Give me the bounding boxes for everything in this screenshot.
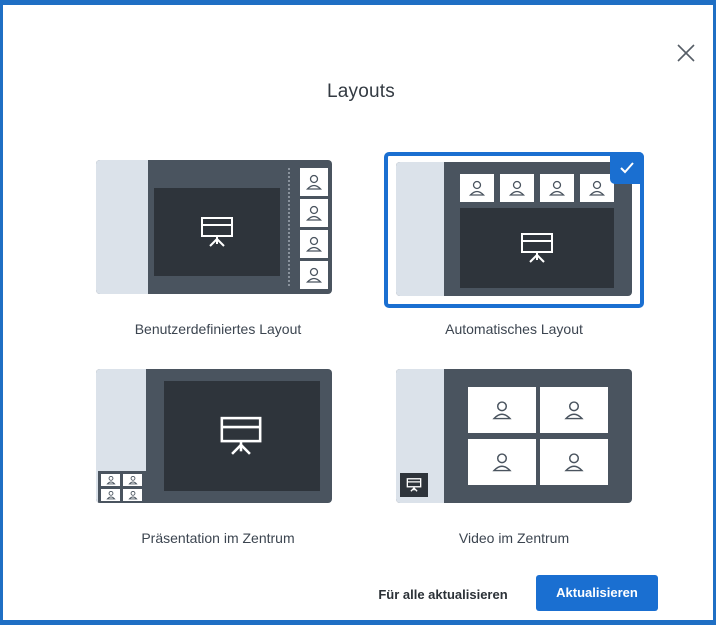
participant-tile [123,474,142,486]
user-icon [105,490,116,500]
participant-tile [300,261,328,289]
presentation-icon [406,478,422,492]
presentation-screen [164,381,320,491]
user-icon [127,490,138,500]
user-icon [105,475,116,485]
user-icon [306,267,322,283]
checkmark-icon [620,162,634,174]
layout-label-custom: Benutzerdefiniertes Layout [134,321,302,337]
layout-label-presentation-center: Präsentation im Zentrum [141,530,295,546]
participant-tile [468,439,536,485]
participant-tile [123,489,142,501]
user-icon [564,453,584,472]
participant-tile [300,199,328,227]
presentation-icon [201,217,233,247]
participant-tile [468,387,536,433]
participant-tile [540,439,608,485]
participant-tile [300,230,328,258]
sidebar-strip [96,160,148,294]
selected-badge [610,152,644,184]
participant-tile [101,489,120,501]
layout-option-custom[interactable] [96,160,332,294]
layout-option-presentation-center[interactable] [96,369,332,503]
close-button[interactable] [673,40,699,66]
presentation-icon [220,416,262,455]
user-icon [306,236,322,252]
participant-tile [540,387,608,433]
update-all-button[interactable]: Für alle aktualisieren [368,577,518,613]
layout-label-video-center: Video im Zentrum [458,530,570,546]
dialog-title: Layouts [327,81,395,102]
participant-tile [101,474,120,486]
layout-label-automatic: Automatisches Layout [445,321,583,337]
user-icon [492,401,512,420]
user-icon [127,475,138,485]
layouts-dialog: Layouts Benutzerdefiniertes Layout Autom… [0,0,716,625]
user-icon [306,205,322,221]
divider [288,168,290,286]
layout-option-video-center[interactable] [396,369,632,503]
presentation-thumbnail [400,473,428,497]
close-icon [677,44,695,62]
participant-tile [300,168,328,196]
presentation-screen [154,188,280,276]
update-button[interactable]: Aktualisieren [536,575,658,611]
selected-outline [384,152,644,308]
user-icon [492,453,512,472]
user-icon [564,401,584,420]
user-icon [306,174,322,190]
